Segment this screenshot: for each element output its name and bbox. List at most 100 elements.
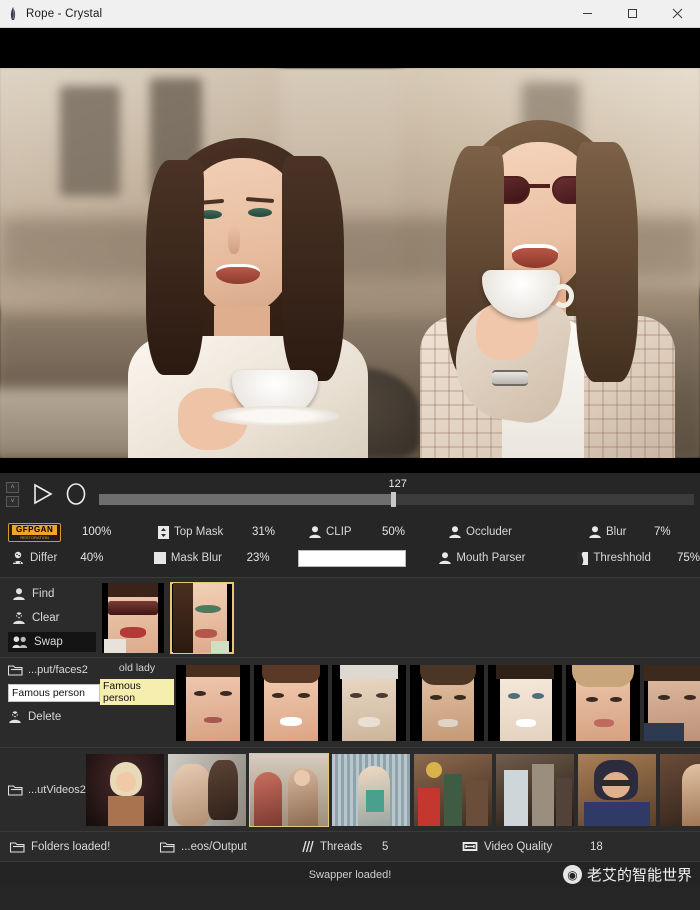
status-threads[interactable]: Threads (300, 840, 382, 853)
param-differ[interactable]: Differ (0, 546, 80, 570)
top-mask-icon (152, 525, 174, 540)
face-thumb[interactable] (566, 664, 640, 741)
faces-folder-label: ...put/faces2 (28, 664, 88, 676)
mouth-parser-label: Mouth Parser (456, 552, 526, 564)
delete-label: Delete (28, 711, 62, 723)
gfpgan-badge-sub: RESTORATION (20, 534, 49, 540)
top-mask-value: 31% (252, 526, 276, 538)
folder-icon (160, 841, 175, 853)
gfpgan-badge-icon: GFPGAN RESTORATION (8, 522, 62, 542)
video-preview[interactable] (0, 28, 700, 473)
person-right (420, 120, 680, 458)
param-blur[interactable]: Blur (584, 520, 654, 544)
differ-label: Differ (30, 552, 58, 564)
video-thumb[interactable] (85, 753, 164, 826)
threads-value: 5 (382, 840, 389, 853)
step-back-button[interactable]: ˄ (6, 481, 19, 493)
param-threshhold[interactable]: Threshhold (571, 546, 677, 570)
param-clip-text[interactable] (297, 546, 435, 570)
clip-value: 50% (382, 526, 406, 538)
face-thumb[interactable] (488, 664, 562, 741)
play-button[interactable] (25, 478, 59, 510)
timeline-handle[interactable] (390, 492, 396, 507)
threads-label: Threads (320, 840, 363, 853)
status-message: Swapper loaded! (308, 868, 392, 881)
delete-icon (8, 710, 22, 724)
videos-thumb-strip (85, 752, 700, 827)
parameters-row-1: GFPGAN RESTORATION 100% Top Mask 31% CLI… (0, 519, 700, 545)
video-thumb[interactable] (331, 753, 410, 826)
transport-bar: ˄ ˅ 127 (0, 473, 700, 515)
param-top-mask-value-cell: 31% (252, 520, 304, 544)
face-thumb[interactable] (254, 664, 328, 741)
threads-icon (300, 840, 314, 853)
title-bar: Rope - Crystal (0, 0, 700, 28)
status-folders-loaded[interactable]: Folders loaded! (0, 841, 160, 853)
face-name-input[interactable] (8, 684, 100, 702)
param-mask-blur[interactable]: Mask Blur (149, 546, 247, 570)
face-find-buttons: Find Clear Swap (0, 582, 96, 653)
video-thumb[interactable] (167, 753, 246, 826)
person-left (120, 138, 370, 458)
top-mask-label: Top Mask (174, 526, 224, 538)
found-face-thumb[interactable] (102, 582, 164, 653)
faces-library-controls: ...put/faces2 Delete (0, 658, 100, 747)
two-people-icon (12, 635, 28, 649)
param-gfpgan-value-cell: 100% (82, 520, 152, 544)
status-video-quality[interactable]: Video Quality (462, 840, 590, 853)
found-face-thumb[interactable] (170, 581, 234, 654)
found-faces-strip (96, 581, 234, 654)
videos-folder-button[interactable]: ...utVideos2 (8, 784, 86, 796)
record-button[interactable] (59, 478, 93, 510)
mask-blur-value: 23% (246, 552, 270, 564)
close-button[interactable] (655, 0, 700, 27)
face-tag-old-lady[interactable]: old lady (119, 662, 155, 674)
frame-number: 127 (388, 478, 407, 490)
param-blur-value-cell: 7% (654, 520, 671, 544)
face-thumb[interactable] (644, 664, 700, 741)
param-clip[interactable]: CLIP (304, 520, 382, 544)
param-gfpgan[interactable]: GFPGAN RESTORATION (0, 520, 82, 544)
weibo-icon: ◉ (562, 865, 582, 884)
face-thumb[interactable] (176, 664, 250, 741)
maximize-button[interactable] (610, 0, 655, 27)
param-mouth-parser[interactable]: Mouth Parser (434, 546, 571, 570)
clip-label: CLIP (326, 526, 352, 538)
step-forward-button[interactable]: ˅ (6, 495, 19, 507)
video-quality-label: Video Quality (484, 840, 553, 853)
face-tag-famous-person[interactable]: Famous person (100, 679, 174, 705)
video-thumb[interactable] (248, 752, 329, 827)
timeline-slider[interactable]: 127 (99, 478, 694, 510)
delete-button[interactable]: Delete (8, 710, 100, 724)
face-tags: old lady Famous person (100, 658, 174, 747)
clip-text-input[interactable] (297, 549, 406, 567)
face-thumb[interactable] (410, 664, 484, 741)
person-icon (304, 525, 326, 539)
app-icon (0, 6, 26, 21)
param-occluder[interactable]: Occluder (444, 520, 584, 544)
video-thumb[interactable] (495, 753, 574, 826)
checkbox-icon[interactable] (149, 552, 171, 564)
scene (0, 68, 700, 458)
status-threads-value: 5 (382, 841, 462, 853)
find-label: Find (32, 587, 55, 600)
face-thumb[interactable] (332, 664, 406, 741)
watermark: ◉ 老艾的智能世界 (562, 864, 692, 885)
video-thumb[interactable] (413, 753, 492, 826)
blur-label: Blur (606, 526, 627, 538)
videos-folder-label: ...utVideos2 (28, 783, 86, 796)
swap-button[interactable]: Swap (8, 631, 96, 652)
minimize-button[interactable] (565, 0, 610, 27)
video-thumb[interactable] (659, 753, 700, 826)
status-output-folder[interactable]: ...eos/Output (160, 841, 300, 853)
blur-value: 7% (654, 526, 671, 538)
threshhold-value: 75% (676, 552, 700, 564)
faces-folder-button[interactable]: ...put/faces2 (8, 664, 100, 676)
param-top-mask[interactable]: Top Mask (152, 520, 252, 544)
clear-button[interactable]: Clear (8, 608, 96, 628)
video-thumb[interactable] (577, 753, 656, 826)
timeline-fill (99, 494, 391, 505)
find-button[interactable]: Find (8, 584, 96, 604)
gfpgan-badge-title: GFPGAN (12, 524, 58, 535)
occluder-label: Occluder (466, 526, 513, 538)
